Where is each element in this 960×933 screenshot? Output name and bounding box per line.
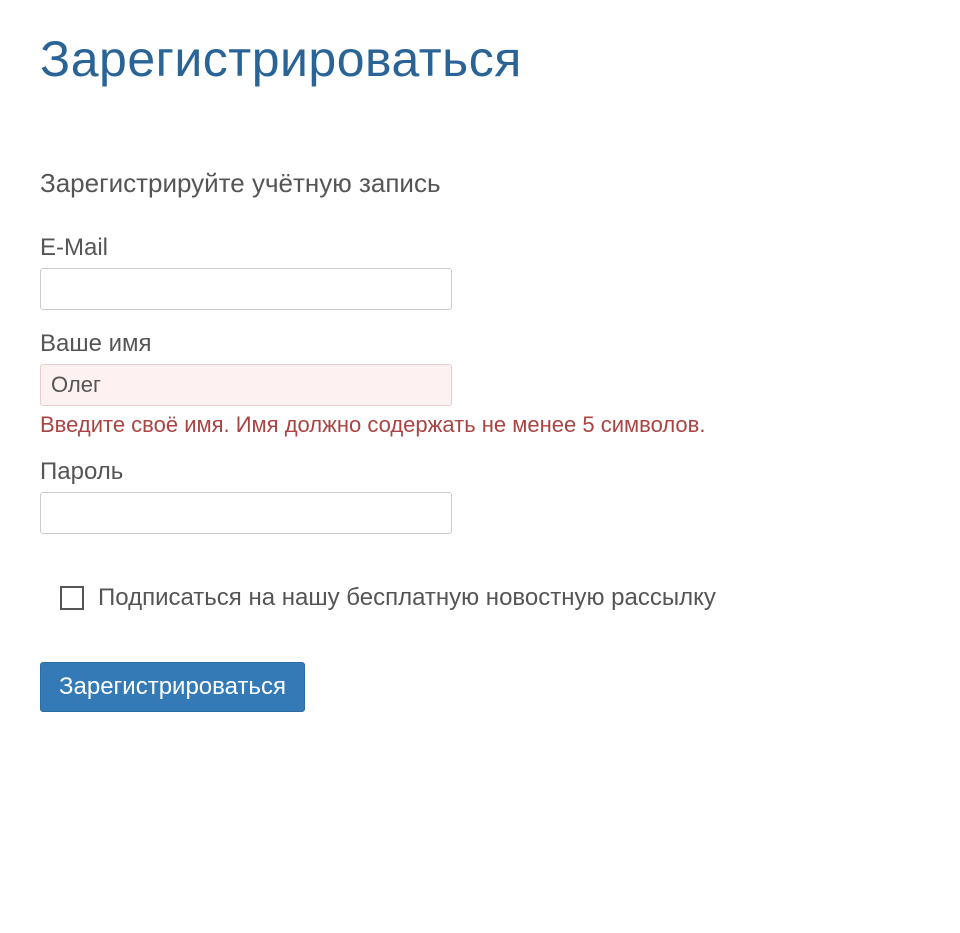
email-field[interactable] xyxy=(40,268,452,310)
page-title: Зарегистрироваться xyxy=(40,30,920,88)
page-subtitle: Зарегистрируйте учётную запись xyxy=(40,168,920,199)
email-group: E-Mail xyxy=(40,234,920,310)
name-error-message: Введите своё имя. Имя должно содержать н… xyxy=(40,412,920,438)
newsletter-checkbox[interactable] xyxy=(60,586,84,610)
email-label: E-Mail xyxy=(40,234,920,262)
password-label: Пароль xyxy=(40,458,920,486)
newsletter-row: Подписаться на нашу бесплатную новостную… xyxy=(40,584,920,612)
name-field[interactable] xyxy=(40,364,452,406)
newsletter-label: Подписаться на нашу бесплатную новостную… xyxy=(98,584,716,612)
password-group: Пароль xyxy=(40,458,920,534)
submit-button[interactable]: Зарегистрироваться xyxy=(40,662,305,712)
password-field[interactable] xyxy=(40,492,452,534)
name-label: Ваше имя xyxy=(40,330,920,358)
name-group: Ваше имя Введите своё имя. Имя должно со… xyxy=(40,330,920,438)
